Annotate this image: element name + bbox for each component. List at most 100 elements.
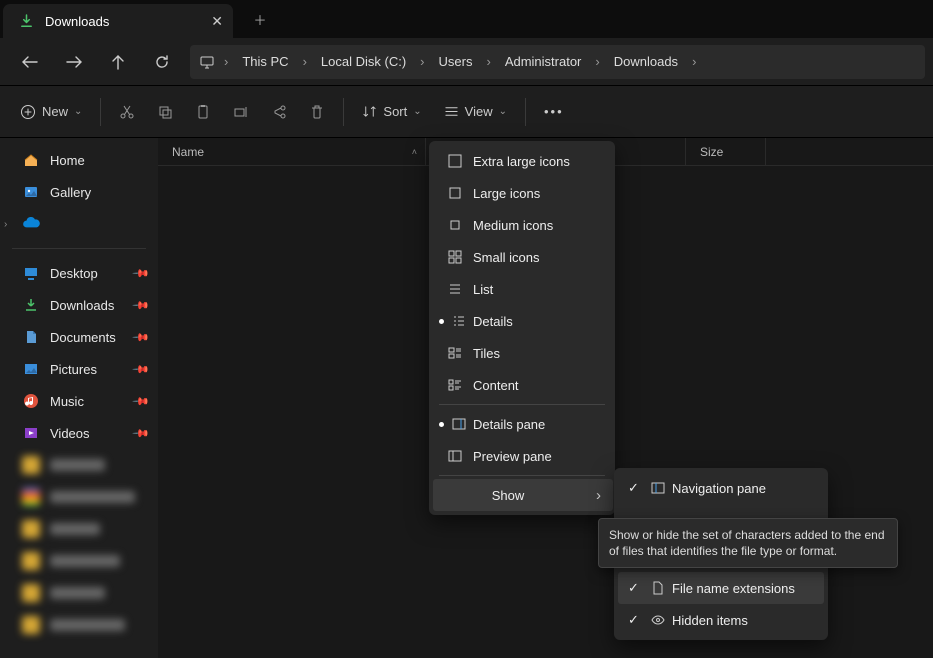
sidebar-item-downloads[interactable]: Downloads📌 [0, 289, 158, 321]
separator [525, 98, 526, 126]
show-file-ext[interactable]: ✓File name extensions [618, 572, 824, 604]
menu-label: Navigation pane [672, 481, 766, 496]
pin-icon: 📌 [132, 264, 151, 283]
videos-icon [22, 424, 40, 442]
chevron-right-icon: › [299, 54, 311, 69]
view-details[interactable]: Details [433, 305, 613, 337]
menu-label: Details pane [473, 417, 545, 432]
view-details-pane[interactable]: Details pane [433, 408, 613, 440]
sidebar-item-gallery[interactable]: Gallery [0, 176, 158, 208]
tab-close-icon[interactable]: ✕ [211, 13, 223, 30]
file-icon [650, 580, 666, 596]
address-bar[interactable]: › This PC › Local Disk (C:) › Users › Ad… [190, 45, 925, 79]
chevron-right-icon: › [591, 54, 603, 69]
rename-button[interactable] [223, 94, 259, 130]
more-button[interactable]: ••• [534, 94, 574, 130]
forward-button[interactable] [52, 42, 96, 82]
menu-label: Medium icons [473, 218, 553, 233]
crumb-this-pc[interactable]: This PC [236, 51, 294, 72]
view-medium[interactable]: Medium icons [433, 209, 613, 241]
pin-icon: 📌 [132, 296, 151, 315]
sidebar-item-label: Desktop [50, 266, 98, 281]
sidebar-item-label: Pictures [50, 362, 97, 377]
view-list[interactable]: List [433, 273, 613, 305]
view-tiles[interactable]: Tiles [433, 337, 613, 369]
sidebar-item-blurred [0, 545, 158, 577]
crumb-downloads[interactable]: Downloads [608, 51, 684, 72]
menu-label: List [473, 282, 493, 297]
sidebar-item-videos[interactable]: Videos📌 [0, 417, 158, 449]
separator [12, 248, 146, 249]
new-tab-button[interactable]: ＋ [243, 2, 277, 36]
sidebar-item-blurred [0, 577, 158, 609]
menu-label: Preview pane [473, 449, 552, 464]
sidebar-item-label: Music [50, 394, 84, 409]
column-size[interactable]: Size [686, 138, 766, 165]
list-icon [447, 281, 463, 297]
pin-icon: 📌 [132, 392, 151, 411]
pin-icon: 📌 [132, 360, 151, 379]
view-button[interactable]: View ⌄ [434, 94, 517, 130]
preview-pane-icon [447, 448, 463, 464]
gallery-icon [22, 183, 40, 201]
view-content[interactable]: Content [433, 369, 613, 401]
eye-icon [650, 612, 666, 628]
paste-button[interactable] [185, 94, 221, 130]
sort-button[interactable]: Sort ⌄ [352, 94, 431, 130]
separator [100, 98, 101, 126]
download-icon [17, 12, 35, 30]
toolbar: New ⌄ Sort ⌄ View ⌄ ••• [0, 86, 933, 138]
new-button[interactable]: New ⌄ [10, 94, 92, 130]
cut-button[interactable] [109, 94, 145, 130]
md-icon [447, 217, 463, 233]
show-nav-pane[interactable]: ✓Navigation pane [618, 472, 824, 504]
crumb-local-disk[interactable]: Local Disk (C:) [315, 51, 412, 72]
sidebar-item-label: Home [50, 153, 85, 168]
share-button[interactable] [261, 94, 297, 130]
pictures-icon [22, 360, 40, 378]
sidebar-item-blurred [0, 449, 158, 481]
chevron-right-icon: › [482, 54, 494, 69]
view-small[interactable]: Small icons [433, 241, 613, 273]
sidebar-item-documents[interactable]: Documents📌 [0, 321, 158, 353]
view-extra-large[interactable]: Extra large icons [433, 145, 613, 177]
show-hidden[interactable]: ✓ Hidden items [618, 604, 824, 636]
tab-downloads[interactable]: Downloads ✕ [3, 4, 233, 38]
check-icon: ✓ [628, 580, 639, 596]
check-icon: ✓ [628, 612, 639, 628]
crumb-administrator[interactable]: Administrator [499, 51, 588, 72]
column-name[interactable]: Name ˄ [158, 138, 426, 165]
sidebar-item-onedrive[interactable]: › [0, 208, 158, 240]
content-icon [447, 377, 463, 393]
chevron-down-icon: ⌄ [499, 106, 507, 117]
details-icon [451, 313, 467, 329]
chevron-down-icon: ⌄ [74, 106, 82, 117]
selected-dot-icon [439, 319, 444, 324]
up-button[interactable] [96, 42, 140, 82]
menu-label: Hidden items [672, 613, 748, 628]
copy-button[interactable] [147, 94, 183, 130]
chevron-right-icon[interactable]: › [4, 219, 7, 230]
menu-label: Details [473, 314, 513, 329]
refresh-button[interactable] [140, 42, 184, 82]
menu-label: Tiles [473, 346, 500, 361]
sidebar-item-blurred [0, 481, 158, 513]
sidebar-item-desktop[interactable]: Desktop 📌 [0, 257, 158, 289]
view-menu: Extra large icons Large icons Medium ico… [429, 141, 615, 515]
back-button[interactable] [8, 42, 52, 82]
sidebar-item-music[interactable]: Music 📌 [0, 385, 158, 417]
crumb-users[interactable]: Users [433, 51, 479, 72]
view-preview-pane[interactable]: Preview pane [433, 440, 613, 472]
column-label: Size [700, 145, 723, 159]
delete-button[interactable] [299, 94, 335, 130]
document-icon [22, 328, 40, 346]
monitor-icon [198, 53, 216, 71]
sidebar-item-home[interactable]: Home [0, 144, 158, 176]
sidebar-item-pictures[interactable]: Pictures 📌 [0, 353, 158, 385]
menu-label: Small icons [473, 250, 539, 265]
navpane-icon [650, 480, 666, 496]
view-large[interactable]: Large icons [433, 177, 613, 209]
view-show-submenu[interactable]: Show [433, 479, 613, 511]
new-label: New [42, 104, 68, 119]
cloud-icon [22, 215, 40, 233]
